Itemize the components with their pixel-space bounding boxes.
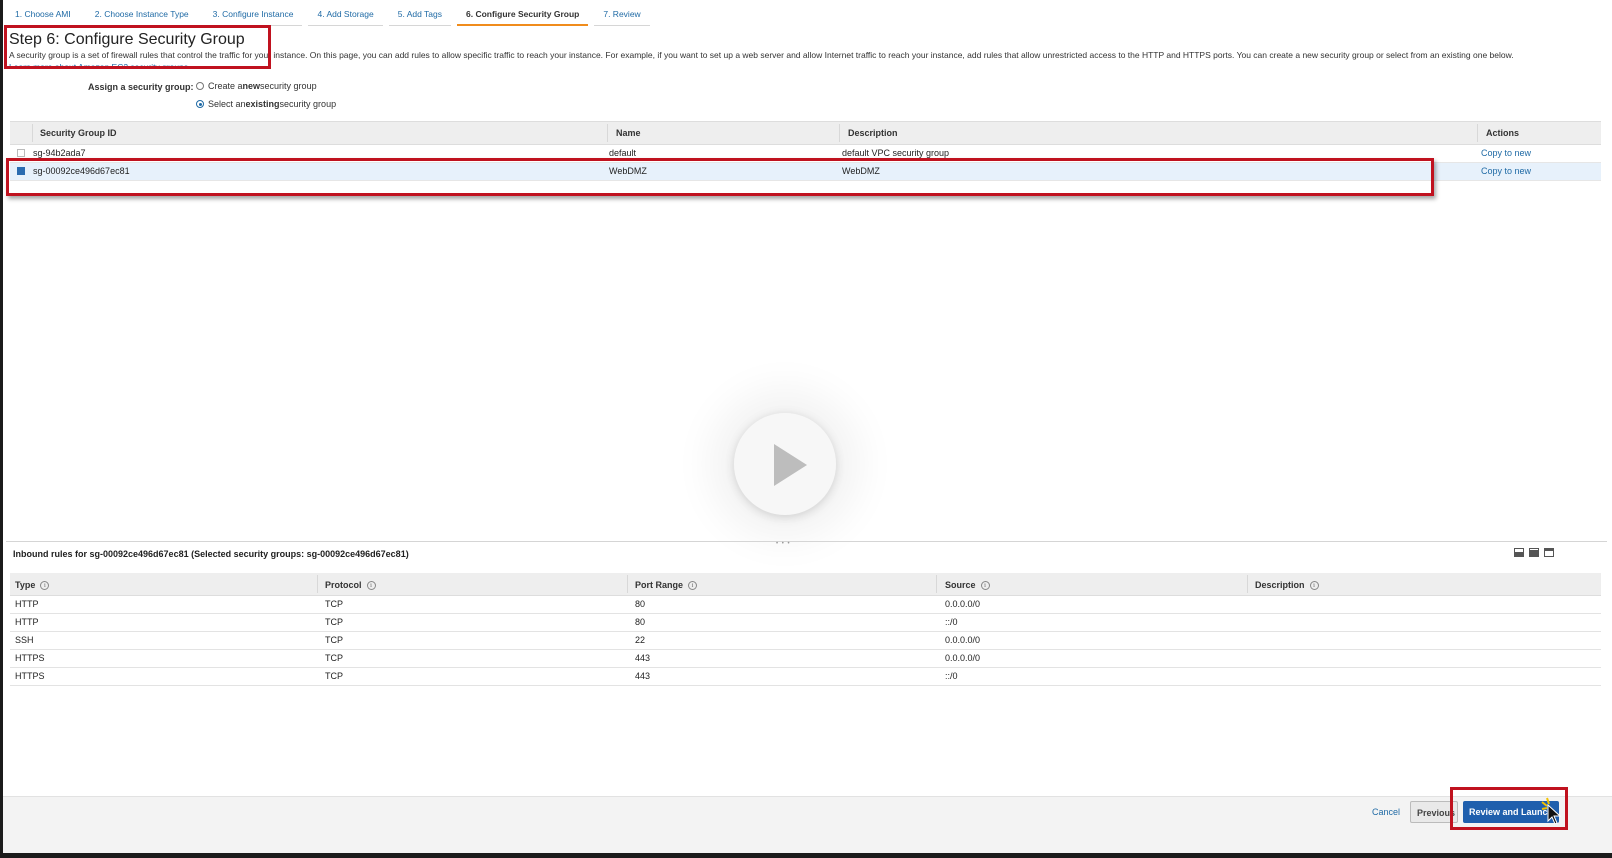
- security-groups-header: Security Group ID Name Description Actio…: [10, 121, 1601, 145]
- tab-configure-security-group[interactable]: 6. Configure Security Group: [457, 6, 589, 26]
- rule-type: HTTP: [15, 617, 39, 627]
- create-new-group-option[interactable]: Create a new security group: [196, 81, 317, 91]
- wizard-footer: [3, 796, 1612, 854]
- column-type-label: Type: [15, 580, 36, 590]
- tab-configure-instance[interactable]: 3. Configure Instance: [203, 6, 303, 26]
- cursor-icon: [1541, 797, 1562, 825]
- rule-protocol: TCP: [325, 617, 343, 627]
- info-icon[interactable]: i: [688, 580, 698, 590]
- column-port-range-label: Port Range: [635, 580, 684, 590]
- column-protocol-label: Protocol: [325, 580, 362, 590]
- column-divider: [607, 124, 608, 142]
- create-new-label-bold: new: [242, 81, 261, 91]
- panel-divider: [6, 541, 1607, 542]
- column-type: Type i: [15, 580, 50, 590]
- play-icon: [774, 444, 807, 486]
- rule-port-range: 80: [635, 617, 646, 627]
- column-port-range: Port Range i: [635, 580, 698, 590]
- column-divider: [627, 575, 628, 593]
- assign-security-group-label: Assign a security group:: [88, 82, 194, 92]
- panel-bottom-icon[interactable]: [1514, 548, 1524, 557]
- select-existing-label-pre: Select an: [208, 99, 246, 109]
- resize-grip-icon[interactable]: • • •: [776, 541, 792, 547]
- copy-to-new-link[interactable]: Copy to new: [1481, 166, 1531, 176]
- column-protocol: Protocol i: [325, 580, 376, 590]
- rule-source: ::/0: [945, 671, 958, 681]
- inbound-rule-row: HTTP TCP 80 0.0.0.0/0: [10, 596, 1601, 614]
- tab-review[interactable]: 7. Review: [594, 6, 650, 26]
- select-existing-group-option[interactable]: Select an existing security group: [196, 99, 336, 109]
- info-icon[interactable]: i: [366, 580, 376, 590]
- rule-source: 0.0.0.0/0: [945, 653, 981, 663]
- copy-to-new-link[interactable]: Copy to new: [1481, 148, 1531, 158]
- info-icon[interactable]: i: [980, 580, 990, 590]
- column-divider: [1477, 124, 1478, 142]
- select-existing-label-post: security group: [279, 99, 337, 109]
- security-group-id: sg-94b2ada7: [33, 148, 86, 158]
- rule-source: ::/0: [945, 617, 958, 627]
- panel-view-controls: [1514, 548, 1554, 557]
- security-group-description: default VPC security group: [842, 148, 950, 158]
- title-highlight-box: [4, 25, 271, 69]
- rule-port-range: 443: [635, 653, 651, 663]
- column-divider: [839, 124, 840, 142]
- inbound-rules-header: Type i Protocol i Port Range i Source i Desc…: [10, 573, 1601, 596]
- rule-type: HTTPS: [15, 653, 45, 663]
- window-frame-left: [0, 0, 3, 858]
- column-description: Description i: [1255, 580, 1319, 590]
- rule-protocol: TCP: [325, 653, 343, 663]
- column-divider: [32, 124, 33, 142]
- inbound-rule-row: HTTPS TCP 443 ::/0: [10, 668, 1601, 686]
- column-actions: Actions: [1486, 128, 1520, 138]
- tab-add-tags[interactable]: 5. Add Tags: [388, 6, 451, 26]
- inbound-rule-row: HTTPS TCP 443 0.0.0.0/0: [10, 650, 1601, 668]
- play-button[interactable]: [734, 413, 836, 515]
- create-new-label-pre: Create a: [208, 81, 243, 91]
- rule-source: 0.0.0.0/0: [945, 599, 981, 609]
- create-new-radio[interactable]: [196, 82, 204, 90]
- inbound-rule-row: HTTP TCP 80 ::/0: [10, 614, 1601, 632]
- column-source: Source i: [945, 580, 990, 590]
- security-group-name: default: [609, 148, 637, 158]
- rule-type: SSH: [15, 635, 34, 645]
- select-existing-label-bold: existing: [245, 99, 280, 109]
- wizard-steps: 1. Choose AMI 2. Choose Instance Type 3.…: [6, 6, 656, 26]
- select-existing-radio[interactable]: [196, 100, 204, 108]
- column-name[interactable]: Name: [616, 128, 641, 138]
- tab-add-storage[interactable]: 4. Add Storage: [308, 6, 383, 26]
- column-divider: [936, 575, 937, 593]
- column-divider: [1247, 575, 1248, 593]
- rule-port-range: 22: [635, 635, 646, 645]
- inbound-rules-table: Type i Protocol i Port Range i Source i Desc…: [10, 573, 1601, 686]
- column-security-group-id[interactable]: Security Group ID: [40, 128, 117, 138]
- inbound-rule-row: SSH TCP 22 0.0.0.0/0: [10, 632, 1601, 650]
- column-divider: [317, 575, 318, 593]
- rule-protocol: TCP: [325, 671, 343, 681]
- create-new-label-post: security group: [260, 81, 317, 91]
- tab-choose-ami[interactable]: 1. Choose AMI: [6, 6, 80, 26]
- info-icon[interactable]: i: [1309, 580, 1319, 590]
- tab-choose-instance-type[interactable]: 2. Choose Instance Type: [85, 6, 198, 26]
- rule-protocol: TCP: [325, 635, 343, 645]
- rule-protocol: TCP: [325, 599, 343, 609]
- rule-type: HTTP: [15, 599, 39, 609]
- info-icon[interactable]: i: [40, 580, 50, 590]
- column-source-label: Source: [945, 580, 976, 590]
- inbound-rules-title: Inbound rules for sg-00092ce496d67ec81 (…: [13, 549, 409, 559]
- selected-group-highlight-box: [6, 158, 1434, 196]
- rule-source: 0.0.0.0/0: [945, 635, 981, 645]
- column-description-label: Description: [1255, 580, 1305, 590]
- panel-half-icon[interactable]: [1529, 548, 1539, 557]
- rule-type: HTTPS: [15, 671, 45, 681]
- window-frame-bottom: [0, 853, 1612, 858]
- mouse-pointer: [1541, 797, 1563, 832]
- cancel-link[interactable]: Cancel: [1372, 807, 1400, 817]
- rule-port-range: 443: [635, 671, 651, 681]
- rule-port-range: 80: [635, 599, 646, 609]
- panel-full-icon[interactable]: [1544, 548, 1554, 557]
- column-description[interactable]: Description: [848, 128, 898, 138]
- row-checkbox[interactable]: [17, 149, 25, 157]
